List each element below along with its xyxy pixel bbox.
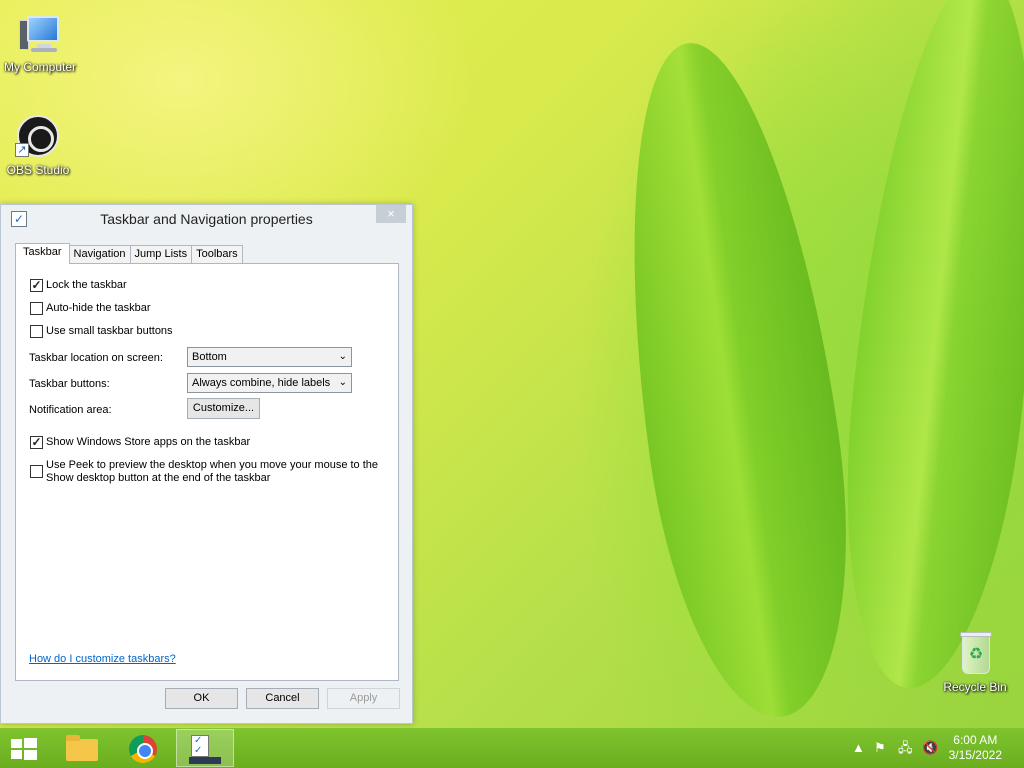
taskbar-preview-icon [189,757,221,764]
auto-hide-label: Auto-hide the taskbar [46,302,151,314]
wallpaper-leaf-right [822,0,1024,697]
buttons-label: Taskbar buttons: [29,378,110,390]
dialog-titlebar[interactable]: ✓ Taskbar and Navigation properties × [1,205,412,233]
location-select-value: Bottom [192,351,227,363]
tab-jump-lists[interactable]: Jump Lists [129,245,193,264]
buttons-select[interactable]: Always combine, hide labels ⌄ [187,373,352,393]
taskbar-properties-dialog: ✓ Taskbar and Navigation properties × Ta… [0,204,413,724]
notification-label: Notification area: [29,404,112,416]
tab-taskbar[interactable]: Taskbar [15,243,70,264]
chevron-down-icon: ⌄ [338,351,347,362]
desktop-icon-my-computer[interactable]: My Computer [0,10,80,74]
location-label: Taskbar location on screen: [29,352,163,364]
ok-button[interactable]: OK [165,688,238,709]
recycle-bin-icon: ♻ [952,630,998,676]
checklist-icon: ✓ ✓ [191,735,209,757]
peek-checkbox[interactable] [30,465,43,478]
small-buttons-checkbox[interactable] [30,325,43,338]
desktop-icon-recycle-bin[interactable]: ♻ Recycle Bin [935,630,1015,694]
taskbar-chrome[interactable] [114,729,172,767]
lock-taskbar-option[interactable]: ✓ Lock the taskbar [30,279,127,292]
buttons-select-value: Always combine, hide labels [192,377,331,389]
computer-icon [17,10,63,56]
desktop-icon-label: Recycle Bin [943,680,1007,694]
tray-chevron[interactable]: ▲ [852,728,865,768]
tab-toolbars[interactable]: Toolbars [191,245,243,264]
volume-muted-icon[interactable]: 🔇 [922,728,938,768]
chrome-icon [129,735,157,763]
taskbar-tab-panel: ✓ Lock the taskbar Auto-hide the taskbar… [15,263,399,681]
taskbar-properties-window[interactable]: ✓ ✓ [176,729,234,767]
apply-button[interactable]: Apply [327,688,400,709]
desktop-icon-label: OBS Studio [6,163,70,177]
peek-label: Use Peek to preview the desktop when you… [46,459,379,484]
store-apps-option[interactable]: ✓ Show Windows Store apps on the taskbar [30,436,250,449]
clock-time: 6:00 AM [953,733,998,747]
folder-icon [66,735,98,761]
action-center-flag-icon[interactable]: ⚑ [874,728,886,768]
lock-taskbar-checkbox[interactable]: ✓ [30,279,43,292]
dialog-title: Taskbar and Navigation properties [100,211,313,227]
desktop-icon-obs-studio[interactable]: ↗ OBS Studio [0,113,78,177]
auto-hide-option[interactable]: Auto-hide the taskbar [30,302,151,315]
small-buttons-label: Use small taskbar buttons [46,325,173,337]
wallpaper-leaf-left [593,30,877,730]
clock-date: 3/15/2022 [948,748,1002,762]
location-select[interactable]: Bottom ⌄ [187,347,352,367]
cancel-button[interactable]: Cancel [246,688,319,709]
obs-studio-icon: ↗ [15,113,61,159]
small-buttons-option[interactable]: Use small taskbar buttons [30,325,173,338]
close-button[interactable]: × [376,205,406,223]
lock-taskbar-label: Lock the taskbar [46,279,127,291]
customize-button[interactable]: Customize... [187,398,260,419]
help-link[interactable]: How do I customize taskbars? [29,653,176,665]
taskbar: ✓ ✓ ▲ ⚑ 🖧 🔇 6:00 AM 3/15/2022 [0,728,1024,768]
auto-hide-checkbox[interactable] [30,302,43,315]
tab-navigation[interactable]: Navigation [68,245,131,264]
start-button[interactable] [0,729,48,767]
desktop-icon-label: My Computer [3,60,77,74]
store-apps-checkbox[interactable]: ✓ [30,436,43,449]
dialog-tabs: Taskbar Navigation Jump Lists Toolbars [15,243,243,264]
taskbar-file-explorer[interactable] [52,729,110,767]
network-icon[interactable]: 🖧 [898,728,913,768]
peek-option[interactable]: Use Peek to preview the desktop when you… [30,459,380,485]
store-apps-label: Show Windows Store apps on the taskbar [46,436,251,448]
windows-logo-icon [11,738,37,760]
chevron-down-icon: ⌄ [338,377,347,388]
system-clock[interactable]: 6:00 AM 3/15/2022 [949,733,1002,763]
